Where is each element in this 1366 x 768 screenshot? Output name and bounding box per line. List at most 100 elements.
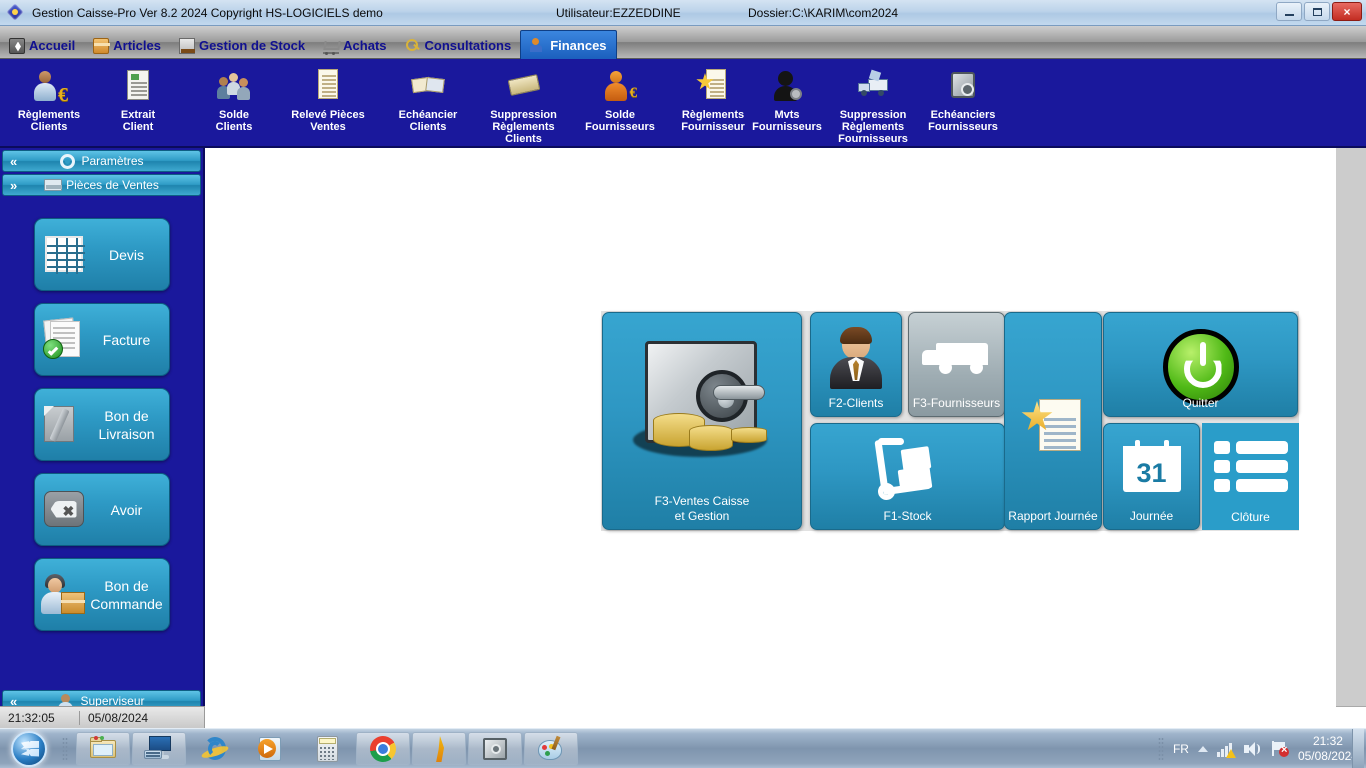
sidebar-button-bon-de-livraison[interactable]: Bon de Livraison (34, 388, 170, 461)
ribbon-mvts-fournisseurs[interactable]: Mvts Fournisseurs (752, 63, 822, 145)
ribbon-echeancier-clients[interactable]: Echéancier Clients (385, 63, 471, 145)
tile-f1-stock[interactable]: F1-Stock (810, 423, 1005, 530)
tab-achats[interactable]: Achats (314, 32, 395, 59)
minimize-button[interactable] (1276, 2, 1302, 21)
ribbon-label: Suppression Règlements Fournisseurs (838, 109, 908, 145)
sidebar-button-facture[interactable]: Facture (34, 303, 170, 376)
sidebar-button-label: Bon de Commande (89, 577, 169, 613)
tile-cloture[interactable]: Clôture (1202, 423, 1299, 530)
tile-quitter[interactable]: Quitter (1103, 312, 1298, 417)
dashboard-tile-panel: F3-Ventes Caisse et Gestion F2-Clients F… (601, 311, 1299, 531)
sidebar-button-label: Avoir (89, 501, 169, 519)
tile-label: Journée (1104, 509, 1199, 524)
tile-label: Quitter (1104, 396, 1297, 411)
sidebar-button-devis[interactable]: Devis (34, 218, 170, 291)
taskbar-items (76, 732, 578, 766)
title-bar: Gestion Caisse-Pro Ver 8.2 2024 Copyrigh… (0, 0, 1366, 26)
tile-f3-fournisseurs[interactable]: F3-Fournisseurs (908, 312, 1005, 417)
ribbon-label: Extrait Client (121, 109, 155, 133)
invoice-check-icon (39, 315, 89, 365)
ribbon-releve-pieces-ventes[interactable]: Relevé Pièces Ventes (278, 63, 378, 145)
ribbon-label: Mvts Fournisseurs (752, 109, 822, 133)
show-desktop-button[interactable] (1352, 729, 1364, 768)
sidebar-button-avoir[interactable]: ✖ Avoir (34, 473, 170, 546)
document-pen-icon (39, 400, 89, 450)
home-icon (9, 38, 25, 54)
tile-label: Clôture (1202, 510, 1299, 525)
tile-ventes-caisse[interactable]: F3-Ventes Caisse et Gestion (602, 312, 802, 530)
tray-language[interactable]: FR (1173, 742, 1189, 756)
tab-gestion-de-stock[interactable]: Gestion de Stock (170, 32, 314, 59)
tile-label: F1-Stock (811, 509, 1004, 524)
taskbar-item-flame[interactable] (412, 732, 466, 766)
close-button[interactable]: × (1332, 2, 1362, 21)
flame-icon (424, 734, 454, 764)
taskbar-item-internet-explorer[interactable] (188, 732, 242, 766)
ribbon-label: Relevé Pièces Ventes (291, 109, 364, 133)
tab-articles[interactable]: Articles (84, 32, 170, 59)
taskbar-item-folder-explorer[interactable] (76, 732, 130, 766)
sidebar-button-label: Devis (89, 246, 169, 264)
tile-rapport-journee[interactable]: Rapport Journée (1004, 312, 1102, 530)
taskbar-item-chrome[interactable] (356, 732, 410, 766)
ribbon-label: Règlements Clients (18, 109, 80, 133)
menu-tab-list: Accueil Articles Gestion de Stock Achats… (0, 29, 617, 59)
network-warning-icon[interactable] (1217, 741, 1235, 757)
media-player-icon (256, 734, 286, 764)
start-button[interactable] (2, 730, 56, 767)
sidebar-button-bon-de-commande[interactable]: Bon de Commande (34, 558, 170, 631)
taskbar-item-paint[interactable] (524, 732, 578, 766)
hand-truck-icon (870, 438, 946, 500)
ribbon-label: Suppression Règlements Clients (490, 109, 557, 145)
tab-achats-label: Achats (343, 38, 386, 53)
ribbon-suppression-reglements-clients[interactable]: Suppression Règlements Clients (476, 63, 571, 145)
window-folder-label: Dossier:C:\KARIM\com2024 (748, 6, 898, 20)
tile-f2-clients[interactable]: F2-Clients (810, 312, 902, 417)
tray-time: 21:32 (1298, 734, 1358, 749)
tray-date: 05/08/2024 (1298, 749, 1358, 764)
tab-accueil[interactable]: Accueil (0, 32, 84, 59)
person-euro-icon: € (32, 69, 66, 103)
internet-explorer-icon (200, 734, 230, 764)
ribbon-label: Solde Fournisseurs (585, 109, 655, 133)
tab-gestion-de-stock-label: Gestion de Stock (199, 38, 305, 53)
ribbon-solde-fournisseurs[interactable]: € Solde Fournisseurs (575, 63, 665, 145)
power-icon (1163, 329, 1239, 405)
ribbon-extrait-client[interactable]: Extrait Client (100, 63, 176, 145)
tile-journee[interactable]: 31 Journée (1103, 423, 1200, 530)
taskbar-item-safe-app[interactable] (468, 732, 522, 766)
calendar-day-number: 31 (1123, 455, 1181, 492)
tab-consultations[interactable]: Consultations (396, 32, 521, 59)
application-window: Gestion Caisse-Pro Ver 8.2 2024 Copyrigh… (0, 0, 1366, 768)
ribbon-label: Solde Clients (216, 109, 253, 133)
tray-clock[interactable]: 21:32 05/08/2024 (1298, 734, 1358, 764)
folder-explorer-icon (88, 734, 118, 764)
book-icon (411, 69, 445, 103)
safe-icon (946, 69, 980, 103)
sidebar-section-pieces-label: Pièces de Ventes (66, 178, 159, 192)
tile-label: Rapport Journée (1005, 509, 1101, 524)
menu-bar: Accueil Articles Gestion de Stock Achats… (0, 26, 1366, 59)
tab-finances[interactable]: Finances (520, 30, 616, 59)
taskbar-item-media-player[interactable] (244, 732, 298, 766)
ribbon-reglements-clients[interactable]: € Règlements Clients (5, 63, 93, 145)
ribbon-solde-clients[interactable]: Solde Clients (192, 63, 276, 145)
taskbar-gripper[interactable] (62, 737, 68, 761)
ribbon-suppression-reglements-fournisseurs[interactable]: Suppression Règlements Fournisseurs (826, 63, 920, 145)
taskbar-item-calculator[interactable] (300, 732, 354, 766)
tab-finances-label: Finances (550, 38, 606, 53)
person-gear-icon (770, 69, 804, 103)
chevron-up-icon[interactable] (1198, 746, 1208, 752)
sidebar-section-pieces-de-ventes[interactable]: » Pièces de Ventes (2, 174, 201, 196)
backspace-icon: ✖ (39, 485, 89, 535)
sidebar-section-parametres[interactable]: « Paramètres (2, 150, 201, 172)
ribbon-echeanciers-fournisseurs[interactable]: Echéanciers Fournisseurs (918, 63, 1008, 145)
flag-error-icon[interactable] (1271, 741, 1289, 757)
tray-gripper[interactable] (1158, 737, 1164, 761)
tile-label: F2-Clients (811, 396, 901, 411)
window-title: Gestion Caisse-Pro Ver 8.2 2024 Copyrigh… (32, 6, 383, 20)
restore-button[interactable] (1304, 2, 1330, 21)
ribbon-reglements-fournisseur[interactable]: Règlements Fournisseur (665, 63, 761, 145)
speaker-icon[interactable] (1244, 741, 1262, 757)
taskbar-item-remote-desktop[interactable] (132, 732, 186, 766)
